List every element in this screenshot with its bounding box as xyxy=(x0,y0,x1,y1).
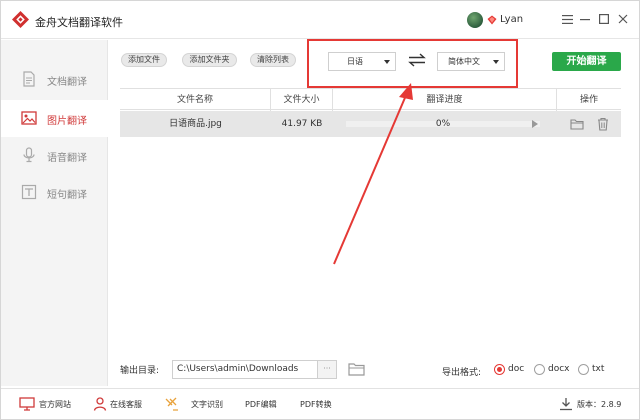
trash-icon[interactable] xyxy=(596,117,610,131)
download-icon xyxy=(560,398,572,411)
play-icon[interactable] xyxy=(532,120,538,128)
pdf-convert-link[interactable]: PDF转换 xyxy=(300,399,332,410)
swap-languages-icon[interactable] xyxy=(408,53,426,67)
output-dir-label: 输出目录: xyxy=(120,366,160,376)
person-icon xyxy=(93,397,107,411)
file-name-cell: 日语商品.jpg xyxy=(169,119,222,129)
sidebar-item-document-translate[interactable]: 文档翻译 xyxy=(1,61,108,98)
official-website-link[interactable]: 官方网站 xyxy=(39,399,71,410)
format-radio-doc[interactable] xyxy=(494,364,505,375)
table-header: 文件名称 文件大小 翻译进度 操作 xyxy=(120,88,621,111)
app-window: 金舟文档翻译软件 Lyan 文档翻译 图片翻译 语音翻译 短句翻译 添加文件 添… xyxy=(0,0,640,420)
user-avatar[interactable] xyxy=(467,12,483,28)
footer-bar: 官方网站 在线客服 文字识别 PDF编辑 PDF转换 版本：2.8.9 xyxy=(1,388,639,419)
text-recognition-link[interactable]: 文字识别 xyxy=(191,399,223,410)
user-name[interactable]: Lyan xyxy=(500,14,523,25)
target-language-value: 简体中文 xyxy=(448,57,480,66)
format-label-docx: docx xyxy=(548,364,570,374)
output-dir-input[interactable]: C:\Users\admin\Downloads xyxy=(172,360,318,379)
column-header-actions: 操作 xyxy=(579,95,598,105)
column-header-size: 文件大小 xyxy=(271,89,333,111)
image-icon xyxy=(21,111,37,125)
format-radio-docx[interactable] xyxy=(534,364,545,375)
sidebar: 文档翻译 图片翻译 语音翻译 短句翻译 xyxy=(1,40,108,386)
sidebar-item-sentence-translate[interactable]: 短句翻译 xyxy=(1,174,108,211)
hamburger-menu-icon[interactable] xyxy=(560,12,574,26)
start-translate-button[interactable]: 开始翻译 xyxy=(552,52,621,71)
chevron-down-icon xyxy=(384,60,390,64)
sidebar-item-image-translate[interactable]: 图片翻译 xyxy=(1,100,108,137)
add-file-button[interactable]: 添加文件 xyxy=(121,53,167,67)
file-size-cell: 41.97 KB xyxy=(281,119,323,129)
add-folder-button[interactable]: 添加文件夹 xyxy=(182,53,237,67)
sidebar-item-label: 语音翻译 xyxy=(47,153,87,164)
column-header-name: 文件名称 xyxy=(120,89,271,111)
sidebar-item-voice-translate[interactable]: 语音翻译 xyxy=(1,137,108,174)
app-title: 金舟文档翻译软件 xyxy=(35,16,123,29)
title-bar: 金舟文档翻译软件 Lyan xyxy=(1,1,639,39)
export-format-label: 导出格式: xyxy=(442,368,482,378)
table-row[interactable]: 日语商品.jpg 41.97 KB 0% xyxy=(120,111,621,137)
text-icon xyxy=(21,184,37,200)
clear-list-button[interactable]: 清除列表 xyxy=(250,53,296,67)
maximize-icon[interactable] xyxy=(597,12,611,26)
ocr-icon xyxy=(165,397,178,411)
document-icon xyxy=(23,71,35,87)
target-language-select[interactable]: 简体中文 xyxy=(437,52,505,71)
vip-crown-icon xyxy=(487,15,497,25)
app-logo-icon xyxy=(12,11,29,28)
format-radio-txt[interactable] xyxy=(578,364,589,375)
minimize-icon[interactable] xyxy=(578,12,592,26)
pdf-edit-link[interactable]: PDF编辑 xyxy=(245,399,277,410)
chevron-down-icon xyxy=(493,60,499,64)
format-label-doc: doc xyxy=(508,364,525,374)
format-label-txt: txt xyxy=(592,364,605,374)
sidebar-item-label: 文档翻译 xyxy=(47,77,87,88)
open-folder-icon[interactable] xyxy=(348,361,366,377)
sidebar-item-label: 图片翻译 xyxy=(47,116,87,127)
column-header-progress: 翻译进度 xyxy=(333,89,557,111)
source-language-select[interactable]: 日语 xyxy=(328,52,396,71)
microphone-icon xyxy=(23,147,35,163)
progress-text: 0% xyxy=(435,119,451,129)
sidebar-item-label: 短句翻译 xyxy=(47,190,87,201)
folder-icon[interactable] xyxy=(570,117,584,131)
online-support-link[interactable]: 在线客服 xyxy=(110,399,142,410)
browse-more-button[interactable]: ··· xyxy=(318,360,337,379)
monitor-icon xyxy=(19,397,35,411)
version-label: 版本：2.8.9 xyxy=(577,400,622,409)
close-icon[interactable] xyxy=(616,12,630,26)
source-language-value: 日语 xyxy=(347,57,363,66)
